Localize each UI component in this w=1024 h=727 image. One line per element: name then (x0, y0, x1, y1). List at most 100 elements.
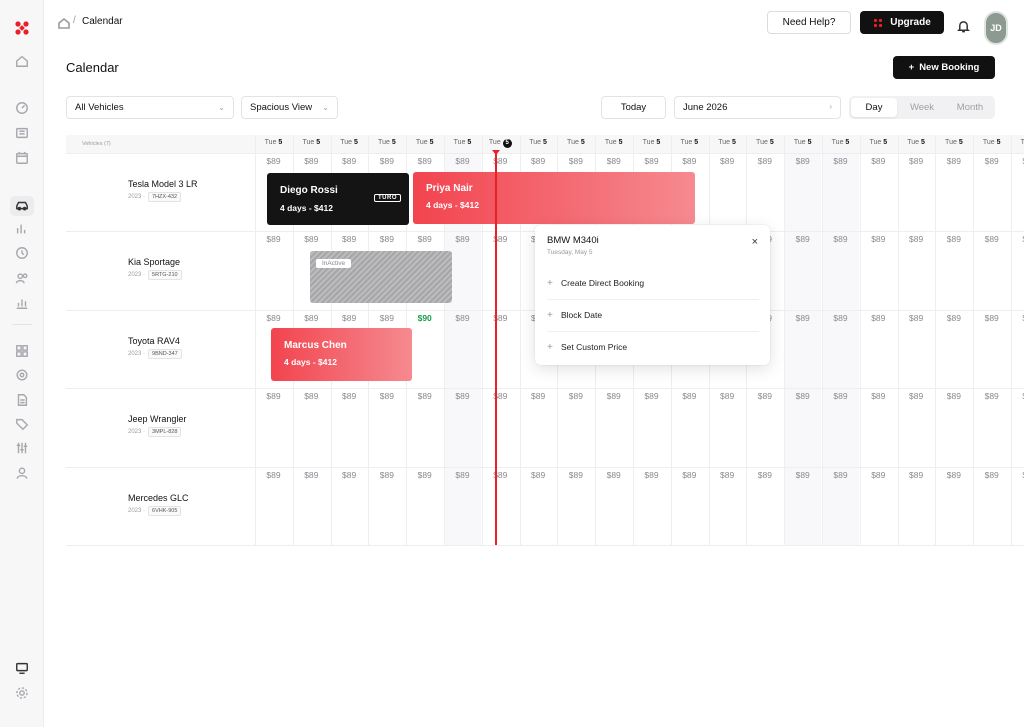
booking-block[interactable]: Diego Rossi 4 days - $412 TURO (267, 173, 409, 225)
month-picker[interactable]: June 2026 › (674, 96, 841, 119)
price-cell[interactable]: $89 (935, 156, 972, 166)
inactive-block[interactable]: InActive (310, 251, 452, 303)
booking-block[interactable]: Marcus Chen 4 days - $412 (271, 328, 412, 381)
date-column-header[interactable]: Tue 5 (633, 139, 670, 146)
price-cell[interactable]: $89 (331, 470, 368, 480)
price-cell[interactable]: $89 (822, 234, 859, 244)
price-cell[interactable]: $89 (331, 234, 368, 244)
view-mode-month[interactable]: Month (947, 98, 993, 117)
price-cell[interactable]: $89 (331, 391, 368, 401)
adjustments-icon[interactable] (14, 440, 30, 456)
price-cell[interactable]: $89 (406, 391, 443, 401)
date-column-header[interactable]: Tue 5 (595, 139, 632, 146)
view-density-select[interactable]: Spacious View ⌄ (241, 96, 338, 119)
brand-logo-icon[interactable] (14, 20, 30, 36)
price-cell[interactable]: $89 (898, 470, 935, 480)
price-cell[interactable]: $89 (1011, 156, 1024, 166)
price-cell[interactable]: $89 (557, 391, 594, 401)
price-cell[interactable]: $89 (973, 313, 1010, 323)
price-cell[interactable]: $89 (293, 156, 330, 166)
price-cell[interactable]: $89 (1011, 391, 1024, 401)
price-cell[interactable]: $89 (482, 156, 519, 166)
create-direct-booking-item[interactable]: + Create Direct Booking (547, 270, 759, 296)
price-cell[interactable]: $89 (898, 391, 935, 401)
new-booking-button[interactable]: + New Booking (893, 56, 995, 79)
price-cell[interactable]: $89 (520, 470, 557, 480)
price-cell[interactable]: $89 (595, 156, 632, 166)
history-icon[interactable] (14, 245, 30, 261)
reports-icon[interactable] (14, 221, 30, 237)
price-cell[interactable]: $89 (898, 156, 935, 166)
vehicle-name[interactable]: Kia Sportage (128, 257, 180, 267)
upgrade-button[interactable]: Upgrade (860, 11, 944, 34)
date-column-header[interactable]: Tue 5 (671, 139, 708, 146)
price-cell[interactable]: $89 (293, 470, 330, 480)
price-cell[interactable]: $89 (709, 470, 746, 480)
custom-price-cell[interactable]: $90 (406, 313, 443, 323)
price-cell[interactable]: $89 (520, 156, 557, 166)
price-cell[interactable]: $89 (482, 391, 519, 401)
price-cell[interactable]: $89 (293, 391, 330, 401)
block-date-item[interactable]: + Block Date (547, 302, 759, 328)
close-icon[interactable]: × (752, 236, 758, 248)
date-column-header[interactable]: Tue 5 (406, 139, 443, 146)
price-cell[interactable]: $89 (671, 470, 708, 480)
price-cell[interactable]: $89 (520, 391, 557, 401)
price-cell[interactable]: $89 (973, 470, 1010, 480)
price-cell[interactable]: $89 (633, 156, 670, 166)
customers-icon[interactable] (14, 270, 30, 286)
price-cell[interactable]: $89 (860, 234, 897, 244)
date-column-header[interactable]: Tue 5 (444, 139, 481, 146)
date-column-header[interactable]: Tue 5 (293, 139, 330, 146)
view-mode-week[interactable]: Week (899, 98, 945, 117)
price-cell[interactable]: $89 (746, 391, 783, 401)
price-cell[interactable]: $89 (331, 156, 368, 166)
notifications-bell-icon[interactable] (957, 20, 971, 34)
date-column-header[interactable]: Tue 5 (709, 139, 746, 146)
price-cell[interactable]: $89 (898, 313, 935, 323)
price-cell[interactable]: $89 (255, 391, 292, 401)
price-cell[interactable]: $89 (935, 391, 972, 401)
date-column-header[interactable]: Tue 5 (1011, 139, 1024, 146)
price-cell[interactable]: $89 (293, 234, 330, 244)
documents-icon[interactable] (14, 392, 30, 408)
today-button[interactable]: Today (601, 96, 666, 119)
date-column-header[interactable]: Tue 5 (255, 139, 292, 146)
price-cell[interactable]: $89 (1011, 313, 1024, 323)
price-cell[interactable]: $89 (671, 156, 708, 166)
home-icon[interactable] (14, 53, 30, 69)
price-cell[interactable]: $89 (368, 391, 405, 401)
vehicle-name[interactable]: Mercedes GLC (128, 493, 189, 503)
date-column-header[interactable]: Tue 5 (935, 139, 972, 146)
price-cell[interactable]: $89 (1011, 234, 1024, 244)
price-cell[interactable]: $89 (557, 156, 594, 166)
price-cell[interactable]: $89 (368, 313, 405, 323)
apps-icon[interactable] (14, 343, 30, 359)
price-cell[interactable]: $89 (368, 470, 405, 480)
price-cell[interactable]: $89 (482, 470, 519, 480)
price-cell[interactable]: $89 (709, 391, 746, 401)
price-cell[interactable]: $89 (784, 156, 821, 166)
price-cell[interactable]: $89 (935, 234, 972, 244)
price-cell[interactable]: $89 (973, 234, 1010, 244)
set-custom-price-item[interactable]: + Set Custom Price (547, 334, 759, 360)
user-avatar[interactable]: JD (984, 11, 1008, 45)
date-column-header[interactable]: Tue 5 (520, 139, 557, 146)
price-cell[interactable]: $89 (255, 234, 292, 244)
date-column-header[interactable]: Tue 5 (784, 139, 821, 146)
price-cell[interactable]: $89 (746, 470, 783, 480)
date-column-header[interactable]: Tue 5 (482, 139, 519, 148)
price-cell[interactable]: $89 (860, 156, 897, 166)
vehicles-icon[interactable] (14, 198, 30, 214)
price-cell[interactable]: $89 (860, 313, 897, 323)
price-cell[interactable]: $89 (368, 156, 405, 166)
price-cell[interactable]: $89 (898, 234, 935, 244)
price-cell[interactable]: $89 (482, 234, 519, 244)
price-cell[interactable]: $89 (293, 313, 330, 323)
price-cell[interactable]: $89 (935, 470, 972, 480)
price-cell[interactable]: $89 (784, 470, 821, 480)
price-cell[interactable]: $89 (709, 156, 746, 166)
price-cell[interactable]: $89 (1011, 470, 1024, 480)
price-cell[interactable]: $89 (973, 156, 1010, 166)
breadcrumb-home-icon[interactable] (58, 16, 70, 29)
